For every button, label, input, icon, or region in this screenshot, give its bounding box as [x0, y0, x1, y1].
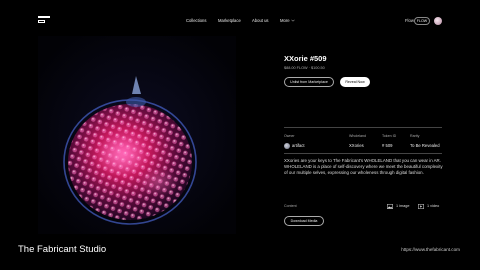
wholeland-label: Wholeland: [349, 134, 366, 138]
download-media-button[interactable]: Download Media: [284, 216, 324, 226]
nft-title: XXorie #509: [284, 54, 327, 63]
token-id-label: Token ID: [382, 134, 397, 138]
site-url-link[interactable]: https://www.thefabricant.com: [401, 247, 460, 252]
logo-bar: [38, 16, 50, 18]
chevron-down-icon: [291, 20, 295, 22]
rarity-label: Rarity: [410, 134, 420, 138]
nav-link-more-label: More: [280, 18, 290, 23]
nav-link-collections[interactable]: Collections: [186, 18, 206, 23]
nav-link-more[interactable]: More: [280, 18, 295, 23]
unlist-button[interactable]: Unlist from Marketplace: [284, 77, 334, 87]
divider: [284, 127, 442, 128]
nft-description: XXories are your keys to The Fabricant's…: [284, 158, 443, 175]
brand-logo[interactable]: [38, 16, 50, 24]
user-avatar[interactable]: [434, 16, 442, 25]
video-icon: [418, 204, 424, 209]
nav-link-marketplace[interactable]: Marketplace: [218, 18, 241, 23]
studio-title: The Fabricant Studio: [18, 244, 107, 255]
image-count: 1 image: [396, 204, 410, 208]
logo-box: [38, 20, 45, 23]
video-count: 1 video: [427, 204, 440, 208]
nft-artwork: [38, 36, 236, 234]
flow-label: Flow: [405, 18, 414, 23]
wholeland-value: XXories: [349, 143, 364, 148]
flow-balance-button[interactable]: FLOW: [414, 16, 430, 25]
token-id-value: # 509: [382, 143, 393, 148]
reveal-now-button[interactable]: Reveal Now: [340, 77, 370, 87]
xxorie-orb-image: [38, 36, 236, 234]
owner-avatar: [284, 142, 290, 149]
nft-price: $88.00 FLOW · $100.50: [284, 66, 325, 70]
nav-link-about[interactable]: About us: [252, 18, 269, 23]
divider: [284, 153, 442, 154]
image-icon: [387, 204, 393, 209]
content-label: Content: [284, 204, 297, 208]
rarity-value: To Be Revealed: [410, 143, 440, 148]
owner-name[interactable]: artifact: [292, 143, 305, 148]
owner-label: Owner: [284, 134, 295, 138]
